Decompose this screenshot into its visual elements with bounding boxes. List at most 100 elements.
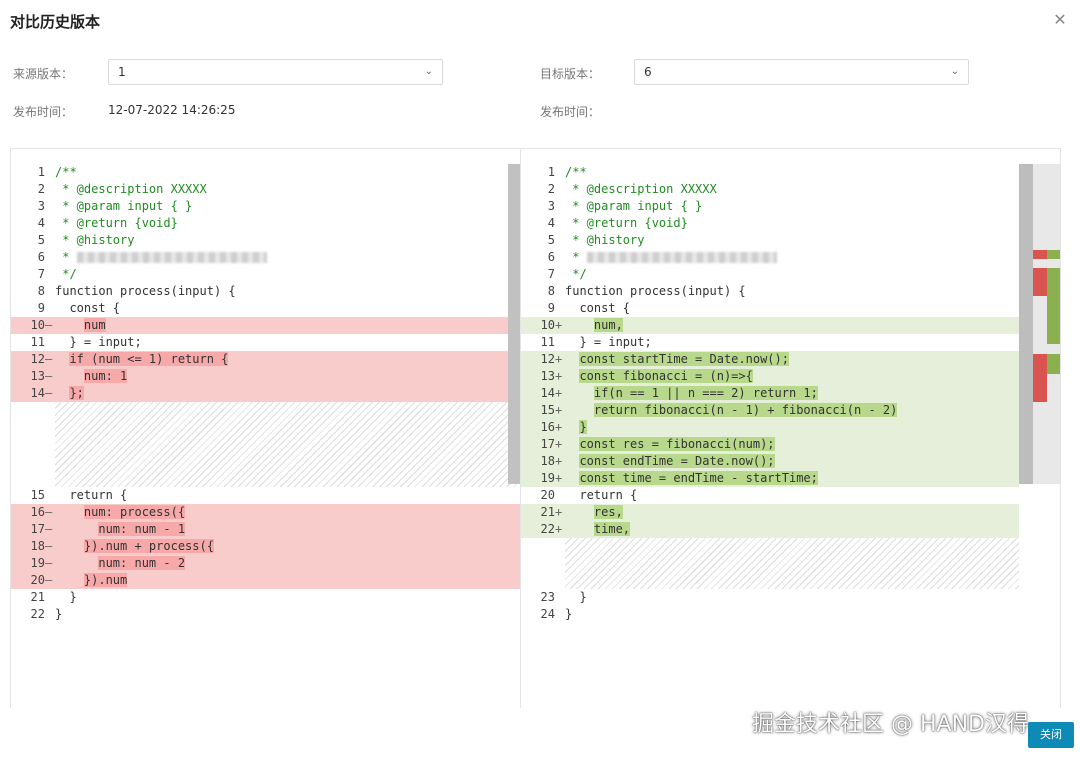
- code-line: 7 */: [11, 266, 520, 283]
- overview-deleted-marker: [1033, 268, 1047, 296]
- code-line: 1 /**: [11, 164, 520, 181]
- added-line: 17 + const res = fibonacci(num);: [521, 436, 1019, 453]
- changed-text-highlight: const startTime = Date.now();: [579, 352, 789, 366]
- code-line: 6 *: [11, 249, 520, 266]
- diff-marker: +: [555, 471, 563, 485]
- code-text: }: [565, 607, 573, 621]
- diff-viewer: 1/** 2 * @description XXXXX 3 * @param inp…: [10, 148, 1061, 708]
- line-number: 8: [37, 284, 45, 298]
- code-text: };: [55, 385, 84, 402]
- overview-added-marker: [1047, 268, 1060, 344]
- code-line: 5 * @history: [521, 232, 1019, 249]
- line-number: 11: [30, 335, 45, 349]
- code-line: 2 * @description XXXXX: [521, 181, 1019, 198]
- code-line: 11 } = input;: [11, 334, 520, 351]
- modal-title: 对比历史版本: [10, 13, 101, 31]
- redacted-text: [586, 252, 777, 263]
- publish-time-label: 发布时间：: [13, 105, 74, 119]
- line-number: 19: [540, 471, 555, 485]
- diff-overview-ruler[interactable]: [1019, 164, 1060, 484]
- code-line: 23 }: [521, 589, 1019, 606]
- line-number: 9: [37, 301, 45, 315]
- added-line: 21 + res,: [521, 504, 1019, 521]
- line-number: 2: [37, 182, 45, 196]
- code-text: * @history: [55, 233, 135, 247]
- redacted-text: [76, 252, 267, 263]
- changed-text-highlight: res,: [593, 505, 623, 519]
- line-number: 6: [547, 250, 555, 264]
- added-line: 22 + time,: [521, 521, 1019, 538]
- code-text: * @description XXXXX: [565, 182, 717, 196]
- code-line: 8 function process(input) {: [11, 283, 520, 300]
- deleted-line: 14— };: [11, 385, 520, 402]
- code-text: return {: [55, 488, 128, 502]
- diff-marker: —: [45, 539, 53, 553]
- deleted-line: 20— }).num: [11, 572, 520, 589]
- line-number: 4: [37, 216, 45, 230]
- code-text: res,: [565, 504, 623, 521]
- diff-gap-filler: [565, 538, 1019, 589]
- line-number: 10: [30, 318, 45, 332]
- deleted-line: 18— }).num + process({: [11, 538, 520, 555]
- changed-text-highlight: if(n == 1 || n === 2) return 1;: [593, 386, 818, 400]
- code-text: }).num: [55, 572, 128, 589]
- code-line: 4 * @return {void}: [521, 215, 1019, 232]
- code-text: * @param input { }: [565, 199, 703, 213]
- line-number: 8: [547, 284, 555, 298]
- changed-text-highlight: const time = endTime - startTime;: [579, 471, 818, 485]
- line-number: 16: [540, 420, 555, 434]
- line-number: 5: [37, 233, 45, 247]
- code-text: const time = endTime - startTime;: [565, 470, 818, 487]
- code-text: * @history: [565, 233, 645, 247]
- diff-marker: —: [45, 386, 53, 400]
- code-line: 3 * @param input { }: [521, 198, 1019, 215]
- source-version-select[interactable]: 1 ⌄: [108, 59, 443, 85]
- code-text: } = input;: [55, 335, 142, 349]
- changed-text-highlight: const endTime = Date.now();: [579, 454, 775, 468]
- changed-text-highlight: if (num <= 1) return {: [69, 352, 229, 366]
- code-text: const {: [55, 301, 121, 315]
- code-text: num: [55, 317, 106, 334]
- diff-marker: +: [555, 386, 563, 400]
- overview-scrollbar[interactable]: [1019, 164, 1033, 484]
- diff-marker: +: [555, 505, 563, 519]
- line-number: 14: [30, 386, 45, 400]
- code-text: const fibonacci = (n)=>{: [565, 368, 753, 385]
- target-version-select[interactable]: 6 ⌄: [634, 59, 969, 85]
- code-line: 5 * @history: [11, 232, 520, 249]
- changed-text-highlight: };: [69, 386, 84, 400]
- changed-text-highlight: num: num - 2: [98, 556, 186, 570]
- code-text: num: 1: [55, 368, 128, 385]
- line-number: 3: [37, 199, 45, 213]
- line-number: 23: [540, 590, 555, 604]
- chevron-down-icon: ⌄: [424, 66, 433, 77]
- code-line: 22}: [11, 606, 520, 623]
- diff-marker: +: [555, 352, 563, 366]
- diff-marker: +: [555, 420, 563, 434]
- line-number: 1: [37, 165, 45, 179]
- code-text: *: [565, 249, 777, 266]
- code-text: *: [55, 249, 267, 266]
- line-number: 14: [540, 386, 555, 400]
- changed-text-highlight: num: 1: [83, 369, 128, 383]
- chevron-down-icon: ⌄: [950, 66, 959, 77]
- line-number: 6: [37, 250, 45, 264]
- changed-text-highlight: num: [83, 318, 106, 332]
- changed-text-highlight: }: [579, 420, 587, 434]
- line-number: 7: [37, 267, 45, 281]
- line-number: 10: [540, 318, 555, 332]
- close-icon[interactable]: ✕: [1050, 10, 1070, 30]
- line-number: 1: [547, 165, 555, 179]
- code-text: * @description XXXXX: [55, 182, 207, 196]
- code-line: 20 return {: [521, 487, 1019, 504]
- diff-marker: —: [45, 505, 53, 519]
- code-text: }).num + process({: [55, 538, 214, 555]
- diff-marker: +: [555, 318, 563, 332]
- code-text: }: [55, 607, 63, 621]
- code-line: 8 function process(input) {: [521, 283, 1019, 300]
- overview-deleted-marker: [1033, 354, 1047, 402]
- scrollbar-left[interactable]: [508, 164, 520, 484]
- diff-marker: +: [555, 403, 563, 417]
- close-button[interactable]: 关闭: [1028, 722, 1074, 748]
- added-line: 14 + if(n == 1 || n === 2) return 1;: [521, 385, 1019, 402]
